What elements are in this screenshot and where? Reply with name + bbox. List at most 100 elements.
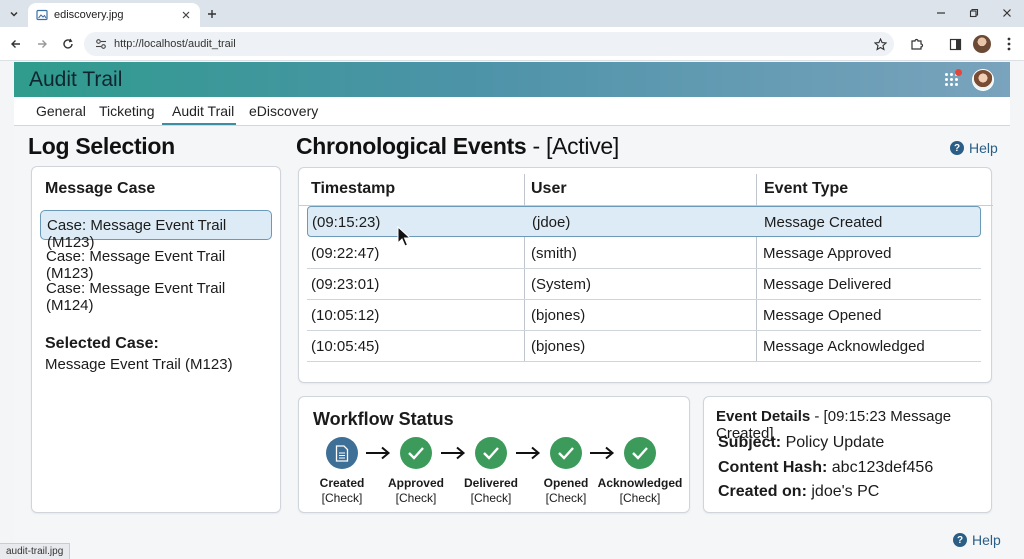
- step-check: [Check]: [395, 491, 437, 505]
- event-details-panel: Event Details - [09:15:23 Message Create…: [703, 396, 992, 513]
- forward-button[interactable]: [33, 35, 51, 53]
- close-icon: [1003, 9, 1011, 17]
- case-item[interactable]: Case: Message Event Trail (M123): [40, 242, 272, 282]
- events-table: Timestamp User Event Type (09:15:23) (jd…: [298, 167, 993, 383]
- selected-case-value: Message Event Trail (M123): [45, 356, 233, 373]
- step-label: Acknowledged: [597, 476, 683, 490]
- checkmark-icon: [408, 447, 424, 460]
- events-title: Chronological Events - [Active]: [296, 133, 619, 160]
- side-panel-icon: [949, 38, 961, 50]
- cell-user: (jdoe): [532, 214, 571, 231]
- app-header: Audit Trail: [14, 62, 1010, 97]
- column-header-event-type[interactable]: Event Type: [764, 180, 848, 198]
- column-header-user[interactable]: User: [531, 180, 567, 198]
- events-help-link[interactable]: ? Help: [950, 140, 998, 156]
- workflow-step-acknowledged: Acknowledged [Check]: [597, 437, 683, 505]
- workflow-status-title: Workflow Status: [313, 409, 454, 429]
- detail-content-hash: Content Hash: abc123def456: [718, 459, 933, 477]
- user-avatar[interactable]: [972, 69, 994, 91]
- plus-icon: [208, 10, 216, 18]
- message-case-heading: Message Case: [45, 180, 156, 197]
- more-vertical-icon: [1007, 37, 1011, 51]
- tab-audit-trail[interactable]: Audit Trail: [172, 103, 234, 119]
- cell-user: (bjones): [531, 307, 586, 324]
- detail-hash-value: abc123def456: [831, 459, 934, 476]
- address-bar[interactable]: http://localhost/audit_trail: [84, 32, 894, 56]
- case-item[interactable]: Case: Message Event Trail (M123): [40, 210, 272, 251]
- step-circle: [475, 437, 507, 469]
- cell-event-type: Message Acknowledged: [763, 338, 925, 355]
- detail-created-on: Created on: jdoe's PC: [718, 483, 879, 501]
- minimize-icon: [937, 12, 945, 14]
- app-title: Audit Trail: [29, 68, 123, 91]
- restore-button[interactable]: [963, 4, 985, 22]
- close-window-button[interactable]: [996, 4, 1018, 22]
- help-icon: ?: [950, 141, 964, 155]
- log-selection-panel: Message Case Case: Message Event Trail (…: [31, 166, 281, 513]
- footer-help-link[interactable]: ? Help: [953, 532, 1001, 548]
- tab-ediscovery[interactable]: eDiscovery: [249, 103, 318, 119]
- notification-badge: [955, 69, 962, 76]
- step-check: [Check]: [470, 491, 512, 505]
- cell-timestamp: (09:23:01): [311, 276, 380, 293]
- reload-icon: [63, 38, 73, 49]
- reload-button[interactable]: [59, 35, 77, 53]
- bookmark-button[interactable]: [872, 36, 888, 52]
- cell-timestamp: (09:15:23): [312, 214, 381, 231]
- nav-tabs: General Ticketing Audit Trail eDiscovery: [14, 97, 1010, 126]
- browser-status-bar: audit-trail.jpg: [0, 543, 71, 559]
- step-circle: [400, 437, 432, 469]
- star-icon: [873, 37, 887, 51]
- extensions-button[interactable]: [908, 35, 926, 53]
- detail-subject: Subject: Policy Update: [718, 434, 884, 452]
- tab-search-button[interactable]: [5, 5, 23, 23]
- cell-user: (System): [531, 276, 591, 293]
- browser-tab[interactable]: ediscovery.jpg: [28, 3, 200, 27]
- step-label: Approved: [387, 476, 444, 490]
- events-title-text: Chronological Events: [296, 133, 527, 159]
- cell-timestamp: (10:05:12): [311, 307, 380, 324]
- checkmark-icon: [483, 447, 499, 460]
- image-file-icon: [36, 9, 48, 21]
- site-settings-icon: [96, 39, 106, 49]
- mouse-cursor-icon: [397, 226, 411, 247]
- minimize-button[interactable]: [930, 4, 952, 22]
- detail-created-label: Created on:: [718, 483, 807, 500]
- browser-tabstrip: ediscovery.jpg: [0, 0, 1024, 27]
- puzzle-icon: [911, 38, 924, 50]
- cell-timestamp: (10:05:45): [311, 338, 380, 355]
- url-text: http://localhost/audit_trail: [114, 38, 236, 50]
- detail-hash-label: Content Hash:: [718, 459, 828, 476]
- document-icon: [335, 444, 349, 462]
- browser-menu-button[interactable]: [1000, 35, 1018, 53]
- help-icon: ?: [953, 533, 967, 547]
- column-header-timestamp[interactable]: Timestamp: [311, 180, 395, 198]
- back-button[interactable]: [7, 35, 25, 53]
- table-row[interactable]: (10:05:12) (bjones) Message Opened: [307, 300, 981, 331]
- checkmark-icon: [558, 447, 574, 460]
- arrow-right-icon: [38, 40, 47, 48]
- step-circle: [550, 437, 582, 469]
- cell-user: (bjones): [531, 338, 586, 355]
- case-item[interactable]: Case: Message Event Trail (M124): [40, 274, 272, 314]
- side-panel-button[interactable]: [946, 35, 964, 53]
- active-tab-indicator: [162, 123, 236, 125]
- help-label: Help: [972, 532, 1001, 548]
- tab-general[interactable]: General: [36, 103, 86, 119]
- browser-toolbar: http://localhost/audit_trail: [0, 27, 1024, 61]
- selected-case-label: Selected Case:: [45, 335, 159, 352]
- browser-profile-avatar[interactable]: [973, 35, 991, 53]
- close-icon: [182, 11, 190, 19]
- new-tab-button[interactable]: [203, 5, 221, 23]
- tab-ticketing[interactable]: Ticketing: [99, 103, 155, 119]
- cell-event-type: Message Opened: [763, 307, 882, 324]
- cell-event-type: Message Approved: [763, 245, 892, 262]
- workflow-status-panel: Workflow Status Created [Check] Approved…: [298, 396, 690, 513]
- table-row[interactable]: (10:05:45) (bjones) Message Acknowledged: [307, 331, 981, 362]
- tab-title: ediscovery.jpg: [54, 9, 124, 21]
- tab-close-button[interactable]: [178, 7, 194, 23]
- step-circle: [624, 437, 656, 469]
- table-row[interactable]: (09:23:01) (System) Message Delivered: [307, 269, 981, 300]
- events-status: - [Active]: [532, 133, 620, 159]
- cell-user: (smith): [531, 245, 577, 262]
